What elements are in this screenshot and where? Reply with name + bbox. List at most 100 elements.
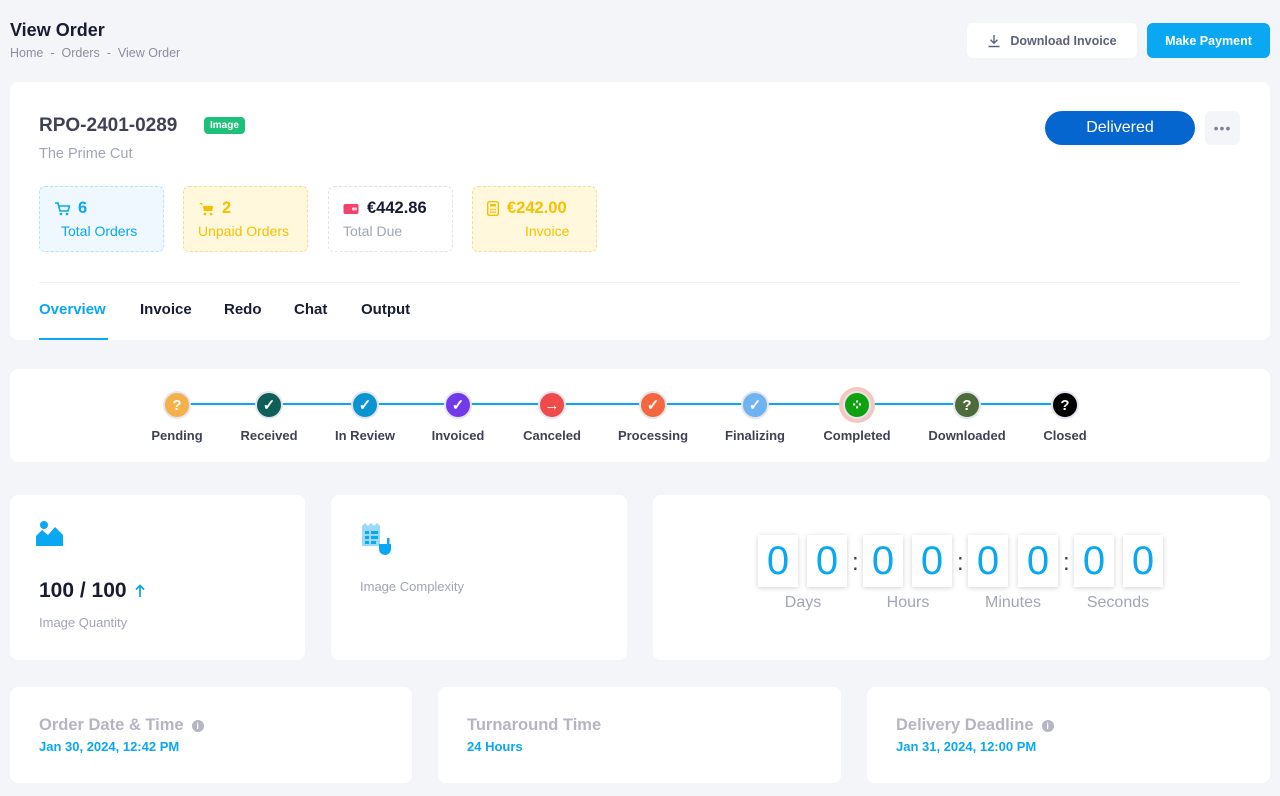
stat-unpaid-orders: 2 Unpaid Orders [183,186,308,252]
document-icon [362,523,391,555]
deadline-value: Jan 31, 2024, 12:00 PM [896,739,1037,754]
wallet-icon [343,203,359,214]
image-quantity: 100 / 100 [39,579,145,603]
question-icon: ? [163,391,191,419]
calculator-icon [487,201,499,216]
image-complexity-label: Image Complexity [360,579,465,594]
progress-step-canceled: → Canceled [502,391,602,443]
turnaround-time-card: Turnaround Time 24 Hours [438,687,841,783]
turnaround-value: 24 Hours [467,739,523,754]
order-progress-card: ? Pending ✓ Received ✓ In Review ✓ Invoiced → Can… [10,369,1270,462]
order-summary-card: RPO-2401-0289 Image The Prime Cut Delive… [10,82,1270,340]
make-payment-button[interactable]: Make Payment [1147,23,1270,58]
progress-step-label: Finalizing [725,428,785,443]
arrow-up-icon [134,584,145,597]
progress-step-completed: ⁘ Completed [807,391,907,443]
breadcrumb-separator: - [106,46,111,60]
progress-step-closed: ? Closed [1015,391,1115,443]
check-icon: ✓ [444,391,472,419]
check-icon: ✓ [255,391,283,419]
cart-icon [55,201,70,215]
deadline-label-row: Delivery Deadline i [896,716,1054,735]
total-orders-value: 6 [78,199,88,217]
progress-step-label: Canceled [523,428,581,443]
countdown-days-label: Days [784,594,822,611]
download-icon [988,34,1000,47]
deadline-label: Delivery Deadline [896,716,1034,734]
check-icon: ✓ [351,391,379,419]
image-quantity-card: 100 / 100 Image Quantity [10,495,305,660]
order-status-button[interactable]: Delivered [1045,111,1195,145]
turnaround-label: Turnaround Time [467,716,602,734]
countdown-separator: : [1063,549,1070,576]
image-icon [36,521,63,546]
download-invoice-label: Download Invoice [1010,33,1117,48]
info-icon[interactable]: i [1041,719,1054,732]
countdown-digit: 0 [807,535,847,587]
countdown-digit: 0 [912,535,952,587]
image-quantity-value: 100 / 100 [39,579,127,602]
tab-redo[interactable]: Redo [224,301,262,318]
order-date-card: Order Date & Time i Jan 30, 2024, 12:42 … [10,687,412,783]
countdown-digit: 0 [1123,535,1163,587]
check-icon: ✓ [741,391,769,419]
question-icon: ? [1051,391,1079,419]
countdown-card: 0 0 : 0 0 : 0 0 : 0 0 Days Hours Minutes… [653,495,1270,660]
tab-output[interactable]: Output [361,301,410,318]
progress-step-label: Completed [823,428,891,443]
invoice-label: Invoice [525,223,570,239]
progress-step-label: Invoiced [431,428,485,443]
image-quantity-label: Image Quantity [39,615,128,630]
countdown-seconds-label: Seconds [1086,594,1150,611]
countdown-separator: : [957,549,964,576]
progress-step-label: Processing [617,428,689,443]
progress-step-label: Received [240,428,298,443]
order-type-badge: Image [204,117,245,134]
countdown-separator: : [852,549,859,576]
breadcrumb-home[interactable]: Home [10,46,43,60]
breadcrumb-orders[interactable]: Orders [62,46,100,60]
more-options-button[interactable]: ••• [1205,111,1240,145]
invoice-value: €242.00 [507,199,567,217]
progress-step-in-review: ✓ In Review [315,391,415,443]
info-icon[interactable]: i [191,719,204,732]
progress-step-finalizing: ✓ Finalizing [705,391,805,443]
countdown-digit: 0 [758,535,798,587]
progress-step-downloaded: ? Downloaded [917,391,1017,443]
countdown-minutes-label: Minutes [984,594,1042,611]
breadcrumb-current: View Order [117,46,181,60]
progress-step-label: Downloaded [928,428,1006,443]
stat-total-due: €442.86 Total Due [328,186,453,252]
total-orders-label: Total Orders [61,223,138,239]
tab-chat[interactable]: Chat [294,301,327,318]
turnaround-label-row: Turnaround Time [467,716,601,735]
unpaid-orders-label: Unpaid Orders [198,223,290,239]
page-title: View Order [10,20,105,40]
progress-step-label: Pending [151,428,203,443]
unpaid-orders-value: 2 [222,199,232,217]
divider [39,282,1240,283]
breadcrumb-separator: - [50,46,55,60]
breadcrumb: Home - Orders - View Order [10,46,180,60]
question-icon: ? [953,391,981,419]
progress-step-received: ✓ Received [219,391,319,443]
active-tab-indicator [39,338,108,340]
shopping-cart-icon [199,202,214,215]
progress-step-pending: ? Pending [127,391,227,443]
tab-overview[interactable]: Overview [39,301,106,318]
countdown-digit: 0 [1074,535,1114,587]
tab-invoice[interactable]: Invoice [140,301,192,318]
download-invoice-button[interactable]: Download Invoice [967,23,1137,58]
progress-step-invoiced: ✓ Invoiced [408,391,508,443]
company-name: The Prime Cut [39,146,133,162]
countdown-digit: 0 [968,535,1008,587]
check-icon: ✓ [639,391,667,419]
order-id: RPO-2401-0289 [39,115,178,136]
progress-step-processing: ✓ Processing [603,391,703,443]
spinner-icon: ⁘ [843,391,871,419]
arrow-right-icon: → [538,391,566,419]
progress-step-label: Closed [1043,428,1087,443]
countdown-hours-label: Hours [886,594,930,611]
stat-total-orders: 6 Total Orders [39,186,164,252]
image-complexity-card: Image Complexity [331,495,627,660]
